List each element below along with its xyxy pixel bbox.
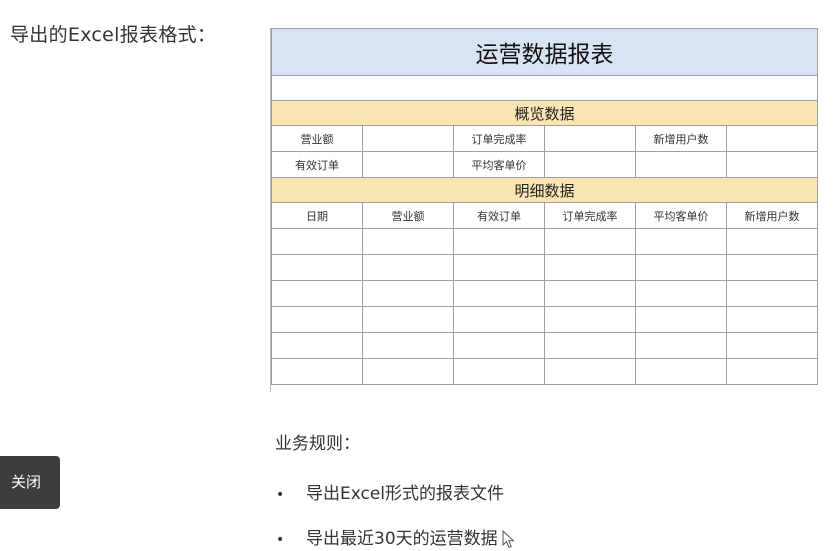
overview-value: [544, 151, 636, 178]
blank-row: [270, 75, 819, 101]
detail-cell: [725, 228, 819, 255]
detail-cell: [453, 358, 545, 385]
overview-value: [544, 125, 636, 152]
overview-value: [362, 151, 454, 178]
detail-cell: [362, 332, 454, 359]
detail-cell: [362, 228, 454, 255]
detail-cell: [271, 280, 363, 307]
detail-cell: [635, 280, 727, 307]
overview-label: [635, 151, 727, 178]
detail-cell: [544, 306, 636, 333]
detail-cell: [725, 280, 819, 307]
detail-cell: [635, 358, 727, 385]
overview-label: 新增用户数: [635, 125, 727, 152]
close-toast-label: 关闭: [10, 473, 41, 491]
detail-cell: [725, 254, 819, 281]
detail-header-cell: 新增用户数: [725, 202, 819, 229]
detail-cell: [271, 306, 363, 333]
detail-cell: [271, 254, 363, 281]
overview-section-title: 概览数据: [270, 100, 819, 126]
page-caption: 导出的Excel报表格式：: [10, 24, 217, 46]
detail-cell: [635, 306, 727, 333]
overview-value: [725, 151, 819, 178]
detail-cell: [453, 254, 545, 281]
overview-row: 有效订单 平均客单价: [271, 151, 819, 178]
detail-cell: [725, 358, 819, 385]
detail-cell: [544, 332, 636, 359]
detail-cell: [362, 280, 454, 307]
detail-cell: [453, 280, 545, 307]
detail-header-row: 日期 营业额 有效订单 订单完成率 平均客单价 新增用户数: [271, 202, 819, 229]
detail-cell: [725, 332, 819, 359]
detail-header-cell: 营业额: [362, 202, 454, 229]
detail-row: [271, 358, 819, 385]
rule-text: 导出Excel形式的报表文件: [306, 484, 505, 504]
detail-row: [271, 306, 819, 333]
rule-item: • 导出Excel形式的报表文件: [276, 479, 504, 504]
detail-header-cell: 平均客单价: [635, 202, 727, 229]
detail-row: [271, 332, 819, 359]
detail-cell: [453, 332, 545, 359]
detail-cell: [362, 358, 454, 385]
overview-value: [362, 125, 454, 152]
detail-cell: [362, 306, 454, 333]
bullet-icon: •: [276, 532, 285, 548]
bullet-icon: •: [276, 487, 285, 503]
close-toast-button[interactable]: 关闭: [0, 456, 60, 509]
detail-cell: [362, 254, 454, 281]
detail-cell: [544, 228, 636, 255]
detail-cell: [544, 280, 636, 307]
detail-cell: [271, 332, 363, 359]
detail-section-title: 明细数据: [270, 177, 819, 203]
detail-header-cell: 日期: [271, 202, 363, 229]
overview-row: 营业额 订单完成率 新增用户数: [271, 125, 819, 152]
excel-report-preview: 运营数据报表 概览数据 营业额 订单完成率 新增用户数 有效订单 平均客单价 明…: [270, 28, 819, 392]
detail-cell: [544, 358, 636, 385]
detail-header-cell: 有效订单: [453, 202, 545, 229]
detail-cell: [271, 228, 363, 255]
rule-item: • 导出最近30天的运营数据: [276, 524, 498, 549]
overview-label: 订单完成率: [453, 125, 545, 152]
detail-header-cell: 订单完成率: [544, 202, 636, 229]
detail-row: [271, 254, 819, 281]
overview-label: 有效订单: [271, 151, 363, 178]
detail-cell: [635, 228, 727, 255]
rule-text: 导出最近30天的运营数据: [306, 529, 498, 549]
mouse-pointer-icon: [502, 530, 515, 549]
detail-rows: [271, 228, 819, 385]
overview-label: 平均客单价: [453, 151, 545, 178]
detail-row: [271, 228, 819, 255]
detail-cell: [725, 306, 819, 333]
detail-cell: [544, 254, 636, 281]
detail-cell: [635, 254, 727, 281]
report-table: 运营数据报表 概览数据 营业额 订单完成率 新增用户数 有效订单 平均客单价 明…: [270, 28, 819, 385]
report-title: 运营数据报表: [270, 28, 819, 76]
detail-cell: [453, 306, 545, 333]
overview-label: 营业额: [271, 125, 363, 152]
rules-title: 业务规则：: [275, 434, 360, 454]
detail-cell: [271, 358, 363, 385]
detail-row: [271, 280, 819, 307]
detail-cell: [453, 228, 545, 255]
overview-value: [725, 125, 819, 152]
detail-cell: [635, 332, 727, 359]
